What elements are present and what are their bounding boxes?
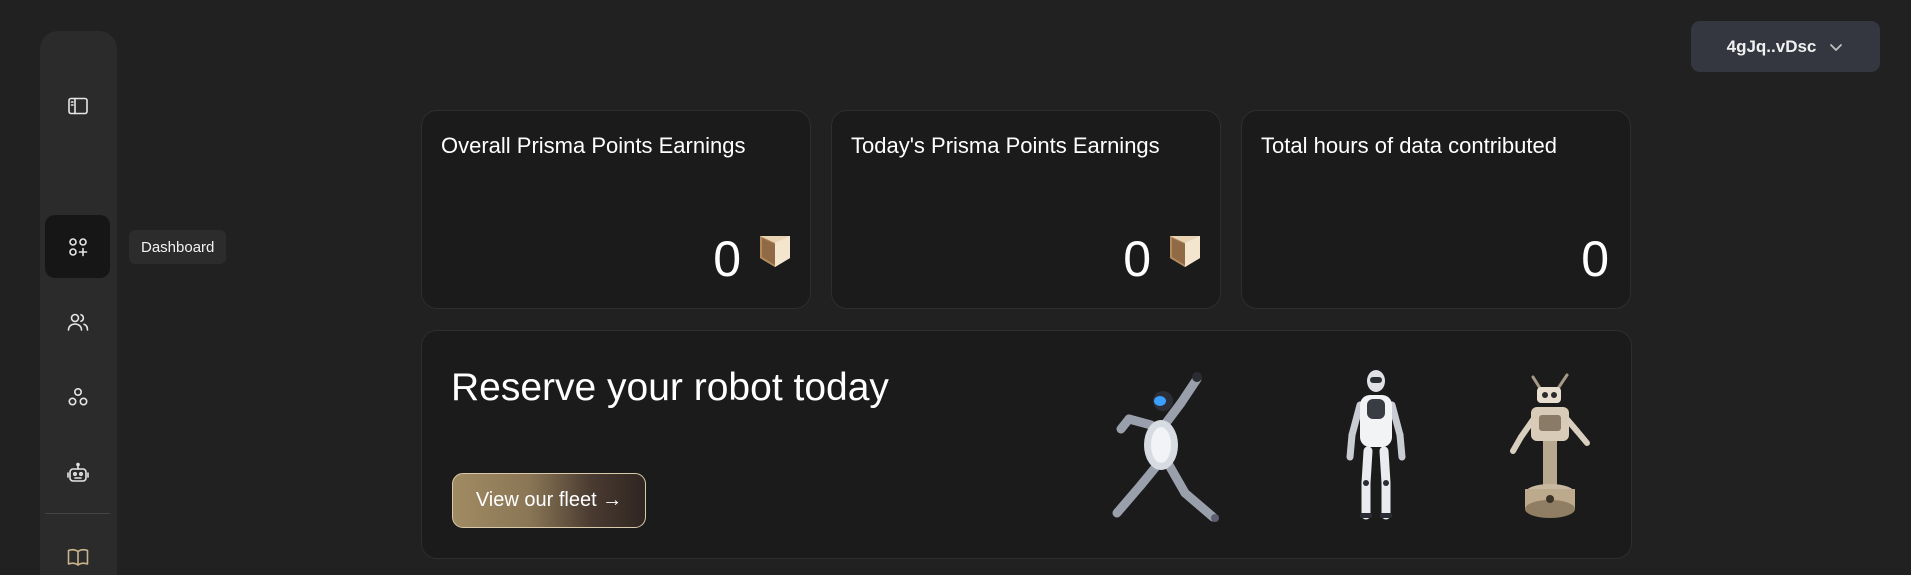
- reserve-robot-banner: Reserve your robot today View our fleet …: [421, 330, 1632, 559]
- stat-card-title: Today's Prisma Points Earnings: [851, 133, 1160, 158]
- nodes-icon: [67, 387, 88, 406]
- stat-card-overall-points: Overall Prisma Points Earnings 0: [421, 110, 811, 309]
- panel-toggle-icon: [67, 97, 88, 114]
- standing-humanoid-robot-image: [1346, 370, 1406, 520]
- dashboard-icon: [68, 237, 87, 256]
- sidebar-item-robots[interactable]: [45, 441, 110, 504]
- users-icon: [67, 313, 88, 331]
- sidebar-item-docs[interactable]: [45, 525, 110, 575]
- dashboard-tooltip: Dashboard: [129, 230, 227, 264]
- running-humanoid-robot-image: [1112, 372, 1219, 522]
- prisma-token-icon: [760, 236, 790, 267]
- prisma-token-icon: [1170, 236, 1200, 267]
- banner-title: Reserve your robot today: [451, 366, 889, 409]
- stat-card-value: 0: [713, 231, 741, 287]
- wheeled-robot-image: [1510, 373, 1590, 518]
- sidebar-item-network[interactable]: [45, 365, 110, 428]
- stat-card-title: Total hours of data contributed: [1261, 133, 1557, 158]
- stat-card-hours-contributed: Total hours of data contributed 0: [1241, 110, 1631, 309]
- book-icon: [67, 548, 88, 566]
- wallet-address: 4gJq..vDsc: [1726, 36, 1817, 56]
- stat-card-value: 0: [1581, 231, 1609, 287]
- wallet-button[interactable]: 4gJq..vDsc: [1691, 21, 1880, 72]
- stat-card-title: Overall Prisma Points Earnings: [441, 133, 746, 158]
- sidebar-divider: [45, 513, 110, 514]
- chevron-down-icon: [1830, 43, 1843, 51]
- sidebar-item-dashboard[interactable]: [45, 215, 110, 278]
- stat-card-value: 0: [1123, 231, 1151, 287]
- sidebar-toggle-button[interactable]: [45, 74, 110, 137]
- robot-icon: [66, 462, 89, 482]
- sidebar: [40, 31, 117, 575]
- view-fleet-button[interactable]: View our fleet →: [452, 473, 646, 528]
- stat-card-today-points: Today's Prisma Points Earnings 0: [831, 110, 1221, 309]
- sidebar-item-users[interactable]: [45, 290, 110, 353]
